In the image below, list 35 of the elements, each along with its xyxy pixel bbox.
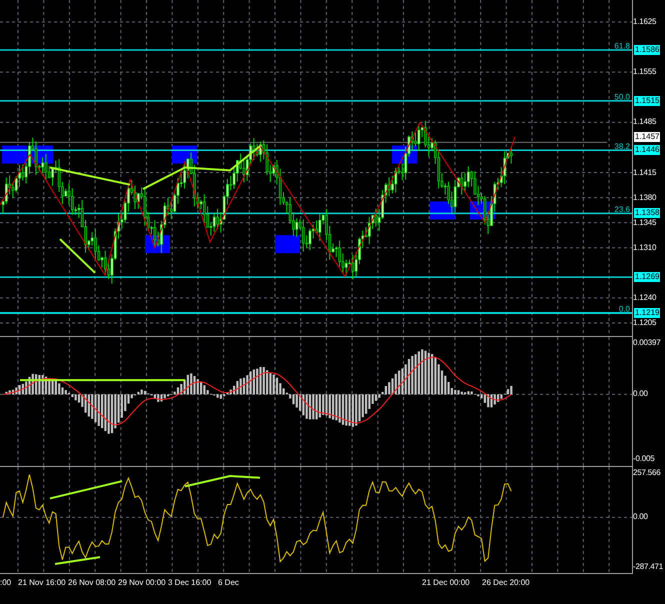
fib-ratio-label: 23.6 xyxy=(614,204,630,214)
level-price-label: 1.1446 xyxy=(634,145,660,156)
fib-ratio-label: 0.0 xyxy=(618,304,630,314)
level-price-label: 1.1515 xyxy=(634,96,660,106)
price-scale-label: 1.1310 xyxy=(633,242,656,253)
price-scale-label: 1.1240 xyxy=(633,292,656,303)
time-axis-label: 21 Nov 16:00 xyxy=(18,578,66,587)
fib-ratio-label: 61.8 xyxy=(614,41,630,50)
time-axis-label: 6 Dec xyxy=(218,578,239,587)
price-scale-label: 1.1205 xyxy=(633,318,656,328)
macd-scale-label: 0.00397 xyxy=(633,338,661,348)
fib-ratio-label: 50.0 xyxy=(614,92,630,102)
time-axis-label: 26 Nov 08:00 xyxy=(68,578,116,587)
time-axis-label: 26 Dec 20:00 xyxy=(482,578,530,587)
current-price-label: 1.1457 xyxy=(634,132,660,142)
time-axis-label: 21 Dec 00:00 xyxy=(422,578,470,587)
time-axis-label: :00 xyxy=(0,578,12,587)
level-price-label: 1.1586 xyxy=(634,44,660,55)
time-axis-label: 3 Dec 16:00 xyxy=(168,578,212,587)
price-scale-label: 1.1380 xyxy=(633,192,656,203)
level-price-label: 1.1219 xyxy=(634,308,660,318)
price-scale-label: 1.1625 xyxy=(633,17,656,27)
price-scale-label: 1.1345 xyxy=(633,218,656,228)
price-scale-label: 1.1555 xyxy=(633,67,656,78)
cci-scale-label: 257.566 xyxy=(633,468,661,478)
cci-scale-label: 0.00 xyxy=(633,512,648,522)
fib-ratio-label: 38.2 xyxy=(614,142,630,151)
cci-scale-label: -287.471 xyxy=(633,562,663,572)
macd-scale-label: 0.00 xyxy=(633,389,648,400)
level-price-label: 1.1269 xyxy=(634,272,660,282)
level-price-label: 1.1358 xyxy=(634,208,660,218)
macd-scale-label: -0.005 xyxy=(633,454,654,464)
price-scale-label: 1.1415 xyxy=(633,168,656,178)
time-axis-label: 29 Nov 00:00 xyxy=(118,578,166,587)
price-scale-label: 1.1485 xyxy=(633,117,656,128)
